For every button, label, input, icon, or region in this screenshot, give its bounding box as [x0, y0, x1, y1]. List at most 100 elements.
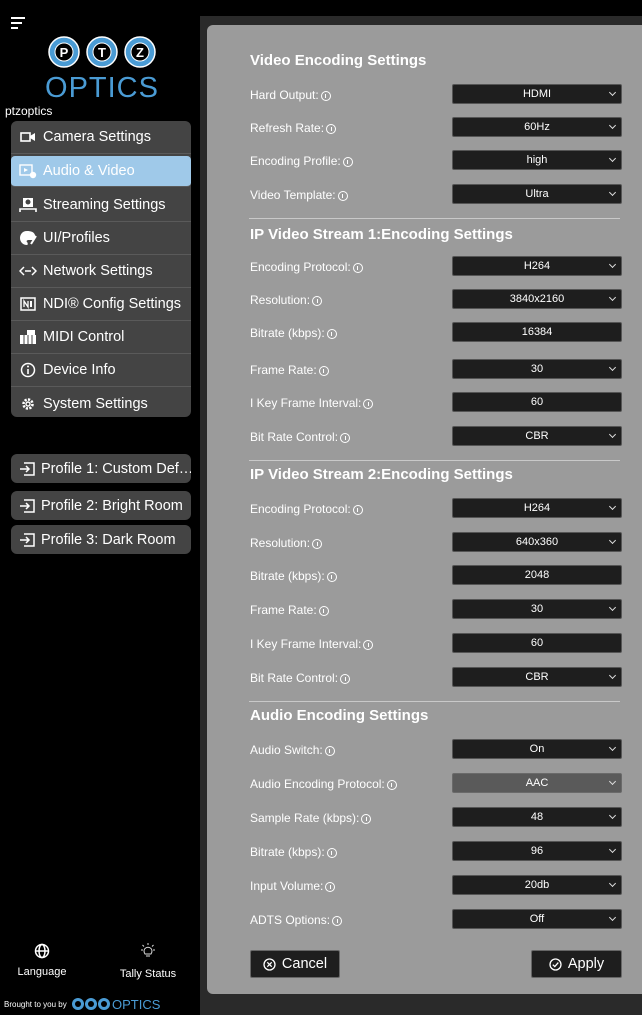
- gear-icon: [19, 396, 37, 412]
- tally-status-label: Tally Status: [119, 968, 177, 980]
- bitrate-kbps-label: Bitrate (kbps):: [250, 566, 337, 586]
- info-icon[interactable]: [332, 916, 343, 926]
- audio-encoding-protocol-value: AAC: [525, 777, 549, 789]
- streaming-icon: [19, 197, 37, 213]
- nav-item-device-info[interactable]: Device Info: [11, 354, 191, 387]
- cancel-button[interactable]: Cancel: [250, 950, 340, 978]
- section-title-video-encoding: Video Encoding Settings: [250, 52, 427, 69]
- bit-rate-control-value: CBR: [525, 671, 549, 683]
- info-icon[interactable]: [312, 539, 323, 549]
- language-button[interactable]: Language: [12, 943, 72, 978]
- refresh-rate-value: 60Hz: [524, 121, 550, 133]
- bitrate-kbps-input[interactable]: 16384: [452, 322, 622, 342]
- hard-output-label: Hard Output:: [250, 85, 331, 105]
- profile-button-3[interactable]: Profile 3: Dark Room: [11, 525, 191, 554]
- bitrate-kbps-label-text: Bitrate (kbps):: [250, 569, 325, 583]
- encoding-profile-label: Encoding Profile:: [250, 151, 353, 171]
- audio-switch-label: Audio Switch:: [250, 740, 335, 760]
- resolution-select[interactable]: 3840x2160: [452, 289, 622, 309]
- info-icon[interactable]: [326, 329, 337, 339]
- info-icon[interactable]: [340, 433, 351, 443]
- bit-rate-control-select[interactable]: CBR: [452, 426, 622, 446]
- info-icon[interactable]: [325, 882, 336, 892]
- input-volume-label: Input Volume:: [250, 876, 336, 896]
- info-icon[interactable]: [326, 124, 337, 134]
- info-icon[interactable]: [324, 746, 335, 756]
- info-icon[interactable]: [318, 366, 329, 376]
- profile-label: Profile 3: Dark Room: [41, 531, 176, 548]
- encoding-protocol-label-text: Encoding Protocol:: [250, 260, 351, 274]
- frame-rate-select[interactable]: 30: [452, 599, 622, 619]
- info-icon[interactable]: [326, 848, 337, 858]
- nav-item-label: Camera Settings: [43, 129, 151, 145]
- profile-label: Profile 1: Custom Def…: [41, 460, 191, 477]
- tally-status-button[interactable]: Tally Status: [118, 943, 178, 980]
- info-icon[interactable]: [386, 780, 397, 790]
- encoding-protocol-select[interactable]: H264: [452, 498, 622, 518]
- profile-enter-icon: [19, 461, 35, 476]
- i-key-frame-interval-input[interactable]: 60: [452, 392, 622, 412]
- svg-text:OPTICS: OPTICS: [45, 72, 159, 104]
- i-key-frame-interval-label: I Key Frame Interval:: [250, 393, 374, 413]
- profile-button-1[interactable]: Profile 1: Custom Def…: [11, 454, 191, 483]
- cancel-circle-x-icon: [263, 957, 276, 971]
- nav-item-network-settings[interactable]: Network Settings: [11, 255, 191, 288]
- video-template-select[interactable]: Ultra: [452, 184, 622, 204]
- nav-item-label: Audio & Video: [43, 163, 135, 179]
- info-icon[interactable]: [318, 606, 329, 616]
- mini-ptzoptics-logo: OPTICS: [71, 997, 161, 1011]
- audio-switch-label-text: Audio Switch:: [250, 743, 323, 757]
- refresh-rate-select[interactable]: 60Hz: [452, 117, 622, 137]
- resolution-value: 640x360: [515, 536, 559, 548]
- nav-item-system-settings[interactable]: System Settings: [11, 387, 191, 417]
- bit-rate-control-select[interactable]: CBR: [452, 667, 622, 687]
- nav-item-midi-control[interactable]: MIDI Control: [11, 321, 191, 354]
- info-icon: [19, 362, 37, 378]
- input-volume-select[interactable]: 20db: [452, 875, 622, 895]
- resolution-select[interactable]: 640x360: [452, 532, 622, 552]
- info-icon[interactable]: [352, 263, 363, 273]
- nav-item-audio-video[interactable]: Audio & Video: [11, 156, 191, 187]
- info-icon[interactable]: [363, 399, 374, 409]
- encoding-protocol-select[interactable]: H264: [452, 256, 622, 276]
- info-icon[interactable]: [342, 157, 353, 167]
- info-icon[interactable]: [326, 572, 337, 582]
- hamburger-menu-icon[interactable]: [11, 17, 29, 31]
- svg-text:Z: Z: [136, 45, 144, 60]
- info-icon[interactable]: [363, 640, 374, 650]
- palette-icon: [19, 230, 37, 246]
- resolution-label-text: Resolution:: [250, 293, 311, 307]
- adts-options-label-text: ADTS Options:: [250, 913, 331, 927]
- audio-switch-select[interactable]: On: [452, 739, 622, 759]
- info-icon[interactable]: [340, 674, 351, 684]
- section-divider: [249, 460, 620, 461]
- encoding-protocol-label-text: Encoding Protocol:: [250, 502, 351, 516]
- sample-rate-kbps-select[interactable]: 48: [452, 807, 622, 827]
- nav-item-camera-settings[interactable]: Camera Settings: [11, 121, 191, 154]
- frame-rate-select[interactable]: 30: [452, 359, 622, 379]
- info-icon[interactable]: [352, 505, 363, 515]
- nav-item-ui-profiles[interactable]: UI/Profiles: [11, 222, 191, 255]
- nav-item-ndi-config-settings[interactable]: NDI® Config Settings: [11, 288, 191, 321]
- account-name: ptzoptics: [5, 104, 53, 118]
- sidebar: P T Z OPTICS ptzoptics Camera Settings Au…: [0, 0, 200, 1015]
- profile-button-2[interactable]: Profile 2: Bright Room: [11, 491, 191, 520]
- resolution-label: Resolution:: [250, 533, 323, 553]
- encoding-profile-select[interactable]: high: [452, 150, 622, 170]
- i-key-frame-interval-value: 60: [530, 396, 544, 408]
- bitrate-kbps-select[interactable]: 96: [452, 841, 622, 861]
- apply-button[interactable]: Apply: [531, 950, 622, 978]
- brought-by-footer: Brought to you by OPTICS: [4, 997, 161, 1011]
- i-key-frame-interval-input[interactable]: 60: [452, 633, 622, 653]
- info-icon[interactable]: [337, 191, 348, 201]
- info-icon[interactable]: [320, 91, 331, 101]
- hard-output-label-text: Hard Output:: [250, 88, 319, 102]
- i-key-frame-interval-label-text: I Key Frame Interval:: [250, 396, 362, 410]
- adts-options-select[interactable]: Off: [452, 909, 622, 929]
- info-icon[interactable]: [361, 814, 372, 824]
- hard-output-select[interactable]: HDMI: [452, 84, 622, 104]
- bitrate-kbps-input[interactable]: 2048: [452, 565, 622, 585]
- nav-item-streaming-settings[interactable]: Streaming Settings: [11, 189, 191, 222]
- i-key-frame-interval-label: I Key Frame Interval:: [250, 634, 374, 654]
- info-icon[interactable]: [312, 296, 323, 306]
